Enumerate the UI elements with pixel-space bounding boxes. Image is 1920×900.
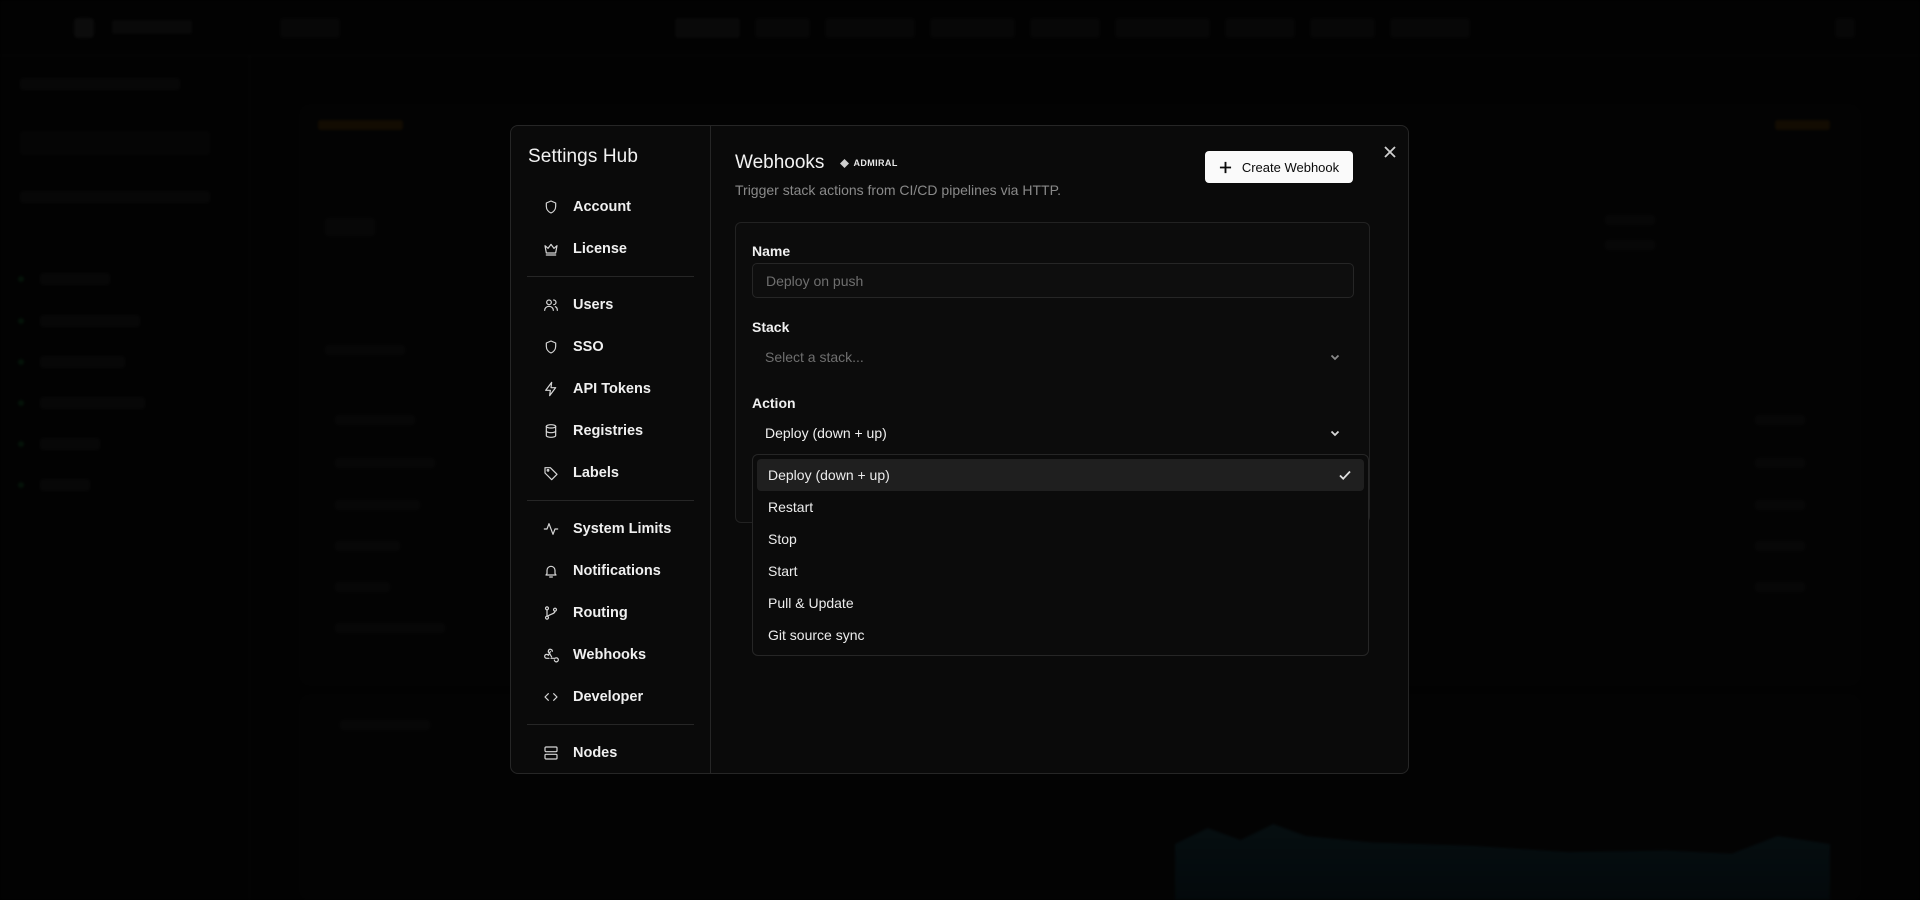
close-icon [1384,146,1396,158]
zap-icon [545,381,557,397]
nav-item-label: Account [573,199,631,215]
action-label: Action [752,395,796,411]
option-label: Deploy (down + up) [768,467,890,483]
create-webhook-button[interactable]: Create Webhook [1205,151,1353,183]
nav-item-label: Nodes [573,745,618,761]
shield-icon [545,340,557,354]
nav-item-webhooks[interactable]: Webhooks [527,634,694,676]
option-label: Pull & Update [768,595,854,611]
nav-item-label: SSO [573,339,604,355]
nav-item-registries[interactable]: Registries [527,410,694,452]
webhook-icon [544,648,559,663]
action-dropdown-menu: Deploy (down + up) Restart Stop Start Pu… [752,454,1369,656]
settings-hub-title: Settings Hub [528,146,638,167]
option-label: Restart [768,499,814,515]
option-label: Stop [768,531,797,547]
nav-item-license[interactable]: License [527,228,694,270]
page-subtitle: Trigger stack actions from CI/CD pipelin… [735,182,1061,198]
crown-icon [544,243,558,256]
badge-label: ADMIRAL [853,158,898,168]
stack-label: Stack [752,319,790,335]
settings-nav: Settings Hub Account License Users SSO A… [511,126,711,773]
nav-item-label: Registries [573,423,644,439]
code-icon [544,693,558,701]
git-branch-icon [544,606,558,620]
nav-item-notifications[interactable]: Notifications [527,550,694,592]
bell-icon [545,565,557,578]
name-input[interactable] [752,263,1354,298]
webhooks-panel: Webhooks ADMIRAL Trigger stack actions f… [711,126,1408,773]
close-button[interactable] [1380,142,1400,162]
users-icon [544,299,558,311]
stack-select-placeholder: Select a stack... [765,348,864,365]
nav-item-label: Notifications [573,563,661,579]
check-icon [1339,470,1351,480]
nav-item-label: Routing [573,605,628,621]
server-icon [544,746,558,760]
nav-item-routing[interactable]: Routing [527,592,694,634]
option-label: Git source sync [768,627,865,643]
nav-item-api-tokens[interactable]: API Tokens [527,368,694,410]
nav-group-infrastructure: Nodes [527,732,694,773]
action-option-pull-update[interactable]: Pull & Update [757,587,1364,619]
chevron-down-icon [1330,354,1340,360]
nav-item-label: Labels [573,465,619,481]
page-title: Webhooks [735,152,825,173]
activity-icon [543,523,559,535]
settings-hub-modal: Settings Hub Account License Users SSO A… [510,125,1409,774]
shield-icon [545,200,557,214]
nav-item-label: System Limits [573,521,672,537]
nav-item-label: License [573,241,627,257]
chevron-down-icon [1330,430,1340,436]
nav-item-label: Webhooks [573,647,647,663]
action-option-stop[interactable]: Stop [757,523,1364,555]
nav-item-label: Developer [573,689,644,705]
nav-item-system-limits[interactable]: System Limits [527,508,694,550]
nav-divider [527,500,694,501]
stack-select[interactable]: Select a stack... [752,339,1354,374]
nav-item-developer[interactable]: Developer [527,676,694,718]
name-label: Name [752,243,791,259]
create-webhook-label: Create Webhook [1241,159,1340,175]
action-option-deploy[interactable]: Deploy (down + up) [757,459,1364,491]
nav-item-users[interactable]: Users [527,284,694,326]
action-option-git-source-sync[interactable]: Git source sync [757,619,1364,651]
action-select[interactable]: Deploy (down + up) [752,415,1354,450]
plus-icon [1219,161,1231,173]
nav-divider [527,724,694,725]
action-select-value: Deploy (down + up) [765,424,887,441]
nav-group-access: Users SSO API Tokens Registries Labels [527,284,694,494]
nav-item-nodes[interactable]: Nodes [527,732,694,773]
nav-item-label: API Tokens [573,381,651,397]
database-icon [545,424,557,438]
nav-group-system: System Limits Notifications Routing Webh… [527,508,694,718]
diamond-icon [840,158,850,168]
nav-divider [527,276,694,277]
nav-item-sso[interactable]: SSO [527,326,694,368]
tag-icon [544,467,558,481]
admiral-badge: ADMIRAL [836,155,902,171]
nav-item-label: Users [573,297,614,313]
action-option-start[interactable]: Start [757,555,1364,587]
nav-group-personal: Account License [527,186,694,270]
nav-item-labels[interactable]: Labels [527,452,694,494]
nav-item-account[interactable]: Account [527,186,694,228]
action-option-restart[interactable]: Restart [757,491,1364,523]
option-label: Start [768,563,798,579]
